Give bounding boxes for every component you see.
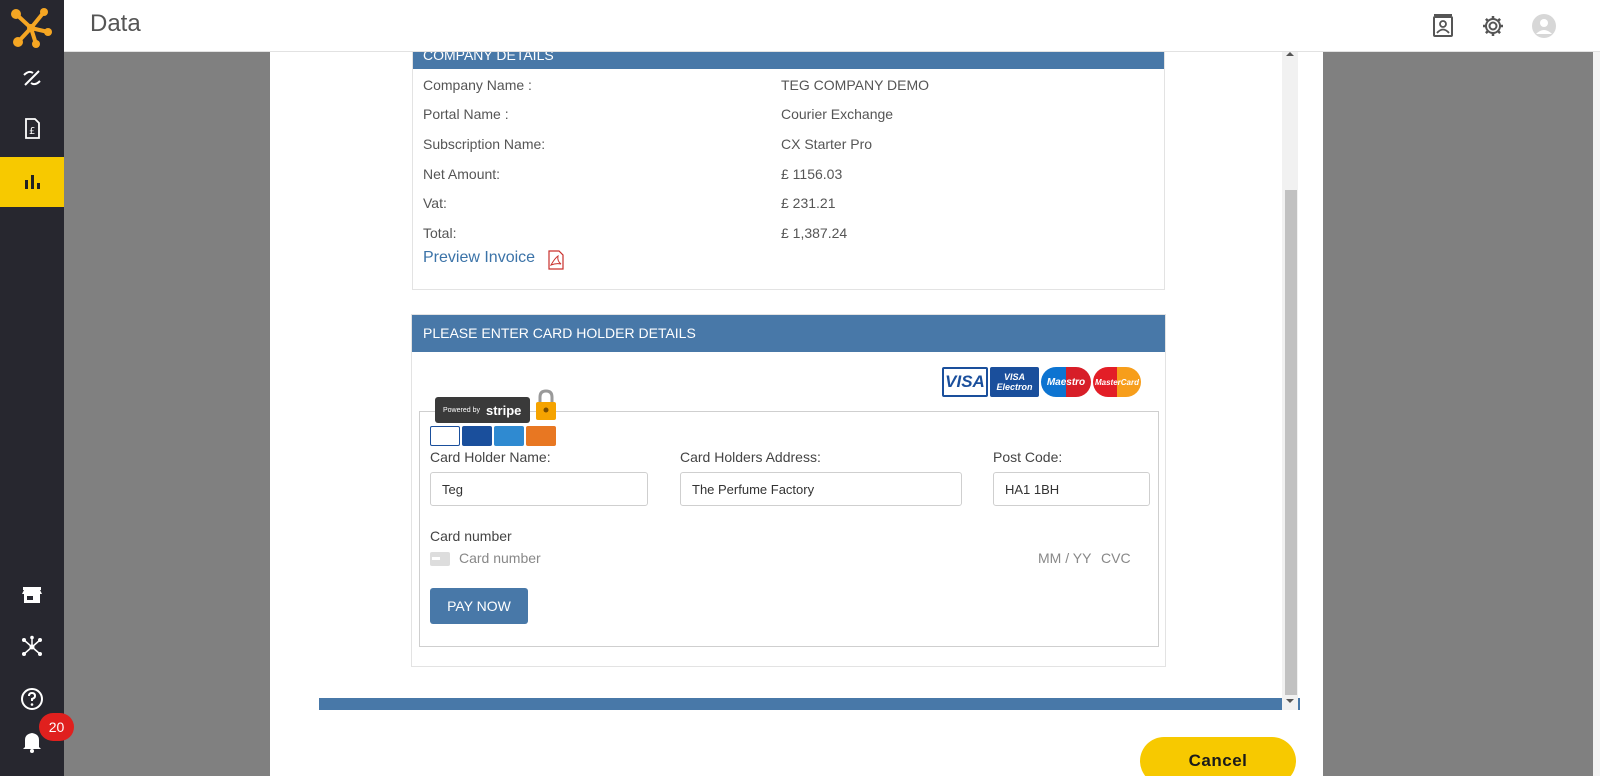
sidebar-item-invoices[interactable]: £: [0, 104, 64, 154]
sidebar-item-network[interactable]: [0, 622, 64, 672]
net-amount-label: Net Amount:: [423, 166, 501, 182]
visa-logo: VISA: [942, 367, 988, 397]
bar-chart-icon: [25, 175, 40, 189]
scroll-up-arrow[interactable]: [1286, 52, 1294, 56]
mastercard-logo: MasterCard: [1093, 367, 1141, 397]
store-icon: [22, 587, 42, 603]
scrollbar-thumb[interactable]: [1285, 190, 1297, 695]
scroll-down-arrow[interactable]: [1286, 699, 1294, 703]
stripe-payment-form: Powered by stripe Card Holder Name: Teg …: [419, 389, 1159, 647]
total-value: £ 1,387.24: [781, 225, 848, 241]
subscription-name-label: Subscription Name:: [423, 136, 546, 152]
visa-card-icon: [430, 426, 460, 446]
sidebar-item-store[interactable]: [0, 570, 64, 620]
powered-by-text: Powered by: [443, 406, 480, 414]
pdf-icon[interactable]: [547, 250, 565, 275]
vat-value: £ 231.21: [781, 195, 836, 211]
card-holder-address-input[interactable]: The Perfume Factory: [680, 472, 962, 506]
invoice-icon: £: [25, 118, 40, 139]
accepted-cards-strip: [430, 426, 556, 446]
card-holder-name-label: Card Holder Name:: [430, 449, 551, 465]
stripe-brand-text: stripe: [485, 402, 522, 418]
payment-modal: COMPANY DETAILS Company Name : TEG COMPA…: [270, 52, 1323, 776]
user-avatar-icon[interactable]: [1530, 12, 1558, 40]
card-number-placeholder: Card number: [459, 550, 541, 566]
help-icon: [21, 688, 43, 710]
company-name-label: Company Name :: [423, 77, 532, 93]
company-details-panel: COMPANY DETAILS Company Name : TEG COMPA…: [412, 52, 1165, 290]
credit-card-icon: [430, 552, 450, 566]
modal-scrollbar[interactable]: [1282, 52, 1298, 710]
contact-card-icon[interactable]: [1429, 12, 1457, 40]
lock-icon: [533, 388, 559, 427]
mastercard-card-icon: [462, 426, 492, 446]
top-bar: Data: [64, 0, 1600, 52]
pay-now-button[interactable]: PAY NOW: [430, 588, 528, 624]
card-holder-name-input[interactable]: Teg: [430, 472, 648, 506]
maestro-logo: Maestro: [1041, 367, 1091, 397]
portal-name-label: Portal Name :: [423, 106, 509, 122]
card-holder-heading: PLEASE ENTER CARD HOLDER DETAILS: [412, 315, 1165, 352]
route-icon: [23, 70, 41, 86]
notification-badge: 20: [39, 713, 74, 741]
nav-rail: £: [0, 0, 64, 776]
card-holder-panel: PLEASE ENTER CARD HOLDER DETAILS VISA VI…: [411, 314, 1166, 667]
card-number-field[interactable]: Card number MM / YY CVC: [430, 546, 1150, 572]
vat-label: Vat:: [423, 195, 447, 211]
page-title: Data: [90, 10, 141, 37]
net-amount-value: £ 1156.03: [781, 166, 843, 182]
card-number-label: Card number: [430, 528, 512, 544]
modal-scroll-area[interactable]: COMPANY DETAILS Company Name : TEG COMPA…: [294, 52, 1300, 710]
svg-text:£: £: [29, 126, 35, 137]
card-holder-address-label: Card Holders Address:: [680, 449, 821, 465]
portal-name-value: Courier Exchange: [781, 106, 894, 122]
post-code-label: Post Code:: [993, 449, 1063, 465]
page-scrollbar[interactable]: [1593, 52, 1600, 776]
cvc-placeholder: CVC: [1101, 550, 1131, 566]
subscription-name-value: CX Starter Pro: [781, 136, 873, 152]
post-code-input[interactable]: HA1 1BH: [993, 472, 1150, 506]
expiry-placeholder: MM / YY: [1038, 550, 1092, 566]
sidebar-item-routes[interactable]: [0, 53, 64, 103]
app-logo-icon[interactable]: [8, 6, 54, 50]
network-icon: [22, 635, 42, 656]
powered-by-stripe-badge: Powered by stripe: [435, 397, 530, 423]
cancel-button[interactable]: Cancel: [1140, 737, 1296, 776]
preview-invoice-link[interactable]: Preview Invoice: [423, 249, 535, 267]
visa-electron-logo: VISA Electron: [990, 367, 1039, 397]
amex-card-icon: [494, 426, 524, 446]
discover-card-icon: [526, 426, 556, 446]
modal-footer-bar: [319, 698, 1300, 710]
gear-icon[interactable]: [1479, 12, 1507, 40]
company-name-value: TEG COMPANY DEMO: [781, 77, 930, 93]
company-details-heading: COMPANY DETAILS: [413, 52, 1164, 69]
sidebar-item-data[interactable]: [0, 157, 64, 207]
total-label: Total:: [423, 225, 457, 241]
